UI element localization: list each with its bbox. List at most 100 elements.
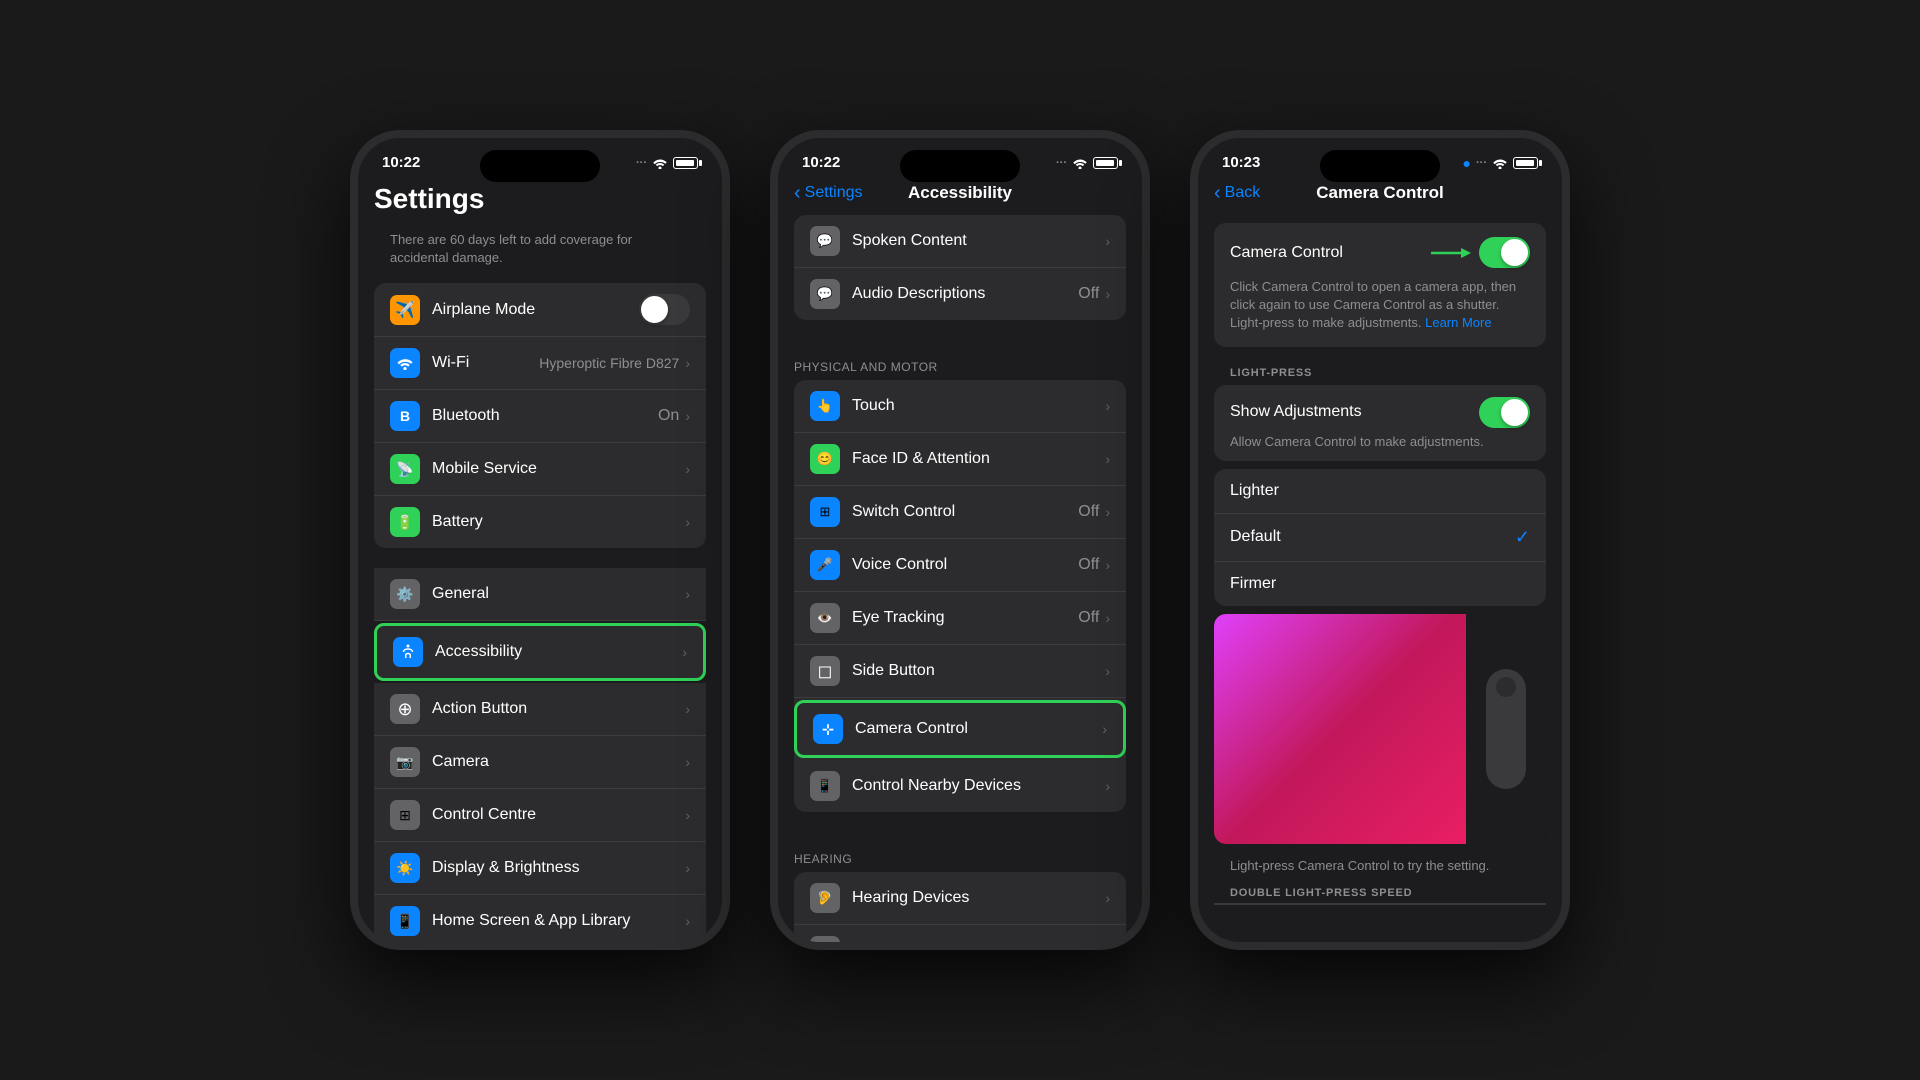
airplane-toggle[interactable] xyxy=(639,294,690,325)
display-label: Display & Brightness xyxy=(432,859,685,877)
wifi-chevron: › xyxy=(685,355,690,371)
side-button-item[interactable]: ◻ Side Button › xyxy=(794,645,1126,698)
show-adj-label: Show Adjustments xyxy=(1230,403,1362,421)
preview-caption: Light-press Camera Control to try the se… xyxy=(1198,852,1562,879)
page-title-1: Settings xyxy=(358,179,722,223)
time-3: 10:23 xyxy=(1222,154,1260,171)
lighter-option[interactable]: Lighter xyxy=(1214,469,1546,514)
camera-control-label: Camera Control xyxy=(855,720,1102,738)
home-screen-item[interactable]: 📱 Home Screen & App Library › xyxy=(374,895,706,942)
dynamic-island-1 xyxy=(480,150,600,182)
spoken-content-label: Spoken Content xyxy=(852,232,1105,250)
display-icon: ☀️ xyxy=(390,853,420,883)
camera-control-toggle[interactable] xyxy=(1479,237,1530,268)
control-nearby-label: Control Nearby Devices xyxy=(852,777,1105,795)
status-icons-3: ● ··· xyxy=(1463,155,1538,171)
general-chevron: › xyxy=(685,586,690,602)
touch-icon: 👆 xyxy=(810,391,840,421)
action-label: Action Button xyxy=(432,700,685,718)
home-screen-icon: 📱 xyxy=(390,906,420,936)
cc-description: Click Camera Control to open a camera ap… xyxy=(1230,278,1530,333)
accessibility-chevron: › xyxy=(682,644,687,660)
audio-desc-icon: 💬 xyxy=(810,279,840,309)
spoken-content-item[interactable]: 💬 Spoken Content › xyxy=(794,215,1126,268)
time-1: 10:22 xyxy=(382,154,420,171)
camera-control-chevron: › xyxy=(1102,721,1107,737)
voice-control-item[interactable]: 🎤 Voice Control Off › xyxy=(794,539,1126,592)
signal-1: ··· xyxy=(636,157,647,169)
hearing-devices-label: Hearing Devices xyxy=(852,889,1105,907)
eye-tracking-chevron: › xyxy=(1105,610,1110,626)
status-icons-2: ··· xyxy=(1056,157,1118,169)
touch-item[interactable]: 👆 Touch › xyxy=(794,380,1126,433)
display-item[interactable]: ☀️ Display & Brightness › xyxy=(374,842,706,895)
back-chevron-3: ‹ xyxy=(1214,182,1221,205)
lighter-label: Lighter xyxy=(1230,482,1279,500)
light-press-label: LIGHT-PRESS xyxy=(1198,355,1562,385)
page-title-3: Camera Control xyxy=(1316,183,1444,203)
mobile-icon: 📡 xyxy=(390,454,420,484)
connectivity-group: ✈️ Airplane Mode Wi-Fi Hyperoptic Fibre … xyxy=(374,283,706,548)
audio-desc-label: Audio Descriptions xyxy=(852,285,1078,303)
airplane-mode-item[interactable]: ✈️ Airplane Mode xyxy=(374,283,706,337)
battery-label: Battery xyxy=(432,513,685,531)
back-chevron-2: ‹ xyxy=(794,182,801,205)
camera-chevron: › xyxy=(685,754,690,770)
voice-control-chevron: › xyxy=(1105,557,1110,573)
back-label-3: Back xyxy=(1225,184,1261,202)
wifi-settings-icon xyxy=(390,348,420,378)
wifi-item[interactable]: Wi-Fi Hyperoptic Fibre D827 › xyxy=(374,337,706,390)
eye-tracking-label: Eye Tracking xyxy=(852,609,1078,627)
back-btn-2[interactable]: ‹ Settings xyxy=(794,182,862,205)
face-id-chevron: › xyxy=(1105,451,1110,467)
back-btn-3[interactable]: ‹ Back xyxy=(1214,182,1260,205)
show-adj-toggle[interactable] xyxy=(1479,397,1530,428)
battery-icon-1 xyxy=(673,157,698,169)
cc-toggle-row: Camera Control xyxy=(1230,237,1530,268)
hearing-devices-item[interactable]: 🦻 Hearing Devices › xyxy=(794,872,1126,925)
battery-settings-icon: 🔋 xyxy=(390,507,420,537)
learn-more-link[interactable]: Learn More xyxy=(1425,315,1491,330)
camera-label: Camera xyxy=(432,753,685,771)
hearing-control-item[interactable]: ⊞ Hearing Control Centre › xyxy=(794,925,1126,942)
preview-box xyxy=(1214,614,1546,844)
eye-tracking-icon: 👁️ xyxy=(810,603,840,633)
bluetooth-item[interactable]: B Bluetooth On › xyxy=(374,390,706,443)
hearing-devices-chevron: › xyxy=(1105,890,1110,906)
switch-control-item[interactable]: ⊞ Switch Control Off › xyxy=(794,486,1126,539)
firmer-label: Firmer xyxy=(1230,575,1276,593)
default-option[interactable]: Default ✓ xyxy=(1214,514,1546,562)
face-id-icon: 😊 xyxy=(810,444,840,474)
nav-bar-2: ‹ Settings Accessibility xyxy=(778,179,1142,215)
eye-tracking-item[interactable]: 👁️ Eye Tracking Off › xyxy=(794,592,1126,645)
home-screen-chevron: › xyxy=(685,913,690,929)
side-button-label: Side Button xyxy=(852,662,1105,680)
wifi-value: Hyperoptic Fibre D827 xyxy=(539,355,679,371)
nav-bar-3: ‹ Back Camera Control xyxy=(1198,179,1562,215)
hearing-section-header: HEARING xyxy=(778,832,1142,872)
phone-1: 10:22 ··· Settings There are 60 days lef… xyxy=(350,130,730,950)
control-nearby-item[interactable]: 📱 Control Nearby Devices › xyxy=(794,760,1126,812)
general-item[interactable]: ⚙️ General › xyxy=(374,568,706,621)
airplane-icon: ✈️ xyxy=(390,295,420,325)
camera-control-item[interactable]: ⊹ Camera Control › xyxy=(794,700,1126,758)
face-id-item[interactable]: 😊 Face ID & Attention › xyxy=(794,433,1126,486)
action-button-item[interactable]: ⊕ Action Button › xyxy=(374,683,706,736)
switch-control-chevron: › xyxy=(1105,504,1110,520)
wifi-icon-2 xyxy=(1072,157,1088,169)
control-centre-item[interactable]: ⊞ Control Centre › xyxy=(374,789,706,842)
general-icon: ⚙️ xyxy=(390,579,420,609)
firmer-option[interactable]: Firmer xyxy=(1214,562,1546,606)
general-label: General xyxy=(432,585,685,603)
accessibility-item[interactable]: Accessibility › xyxy=(374,623,706,681)
wifi-label: Wi-Fi xyxy=(432,354,539,372)
battery-icon-3 xyxy=(1513,157,1538,169)
camera-item[interactable]: 📷 Camera › xyxy=(374,736,706,789)
battery-item[interactable]: 🔋 Battery › xyxy=(374,496,706,548)
audio-desc-item[interactable]: 💬 Audio Descriptions Off › xyxy=(794,268,1126,320)
switch-control-value: Off xyxy=(1078,503,1099,521)
accessibility-label: Accessibility xyxy=(435,643,682,661)
wifi-icon-1 xyxy=(652,157,668,169)
mobile-chevron: › xyxy=(685,461,690,477)
mobile-item[interactable]: 📡 Mobile Service › xyxy=(374,443,706,496)
